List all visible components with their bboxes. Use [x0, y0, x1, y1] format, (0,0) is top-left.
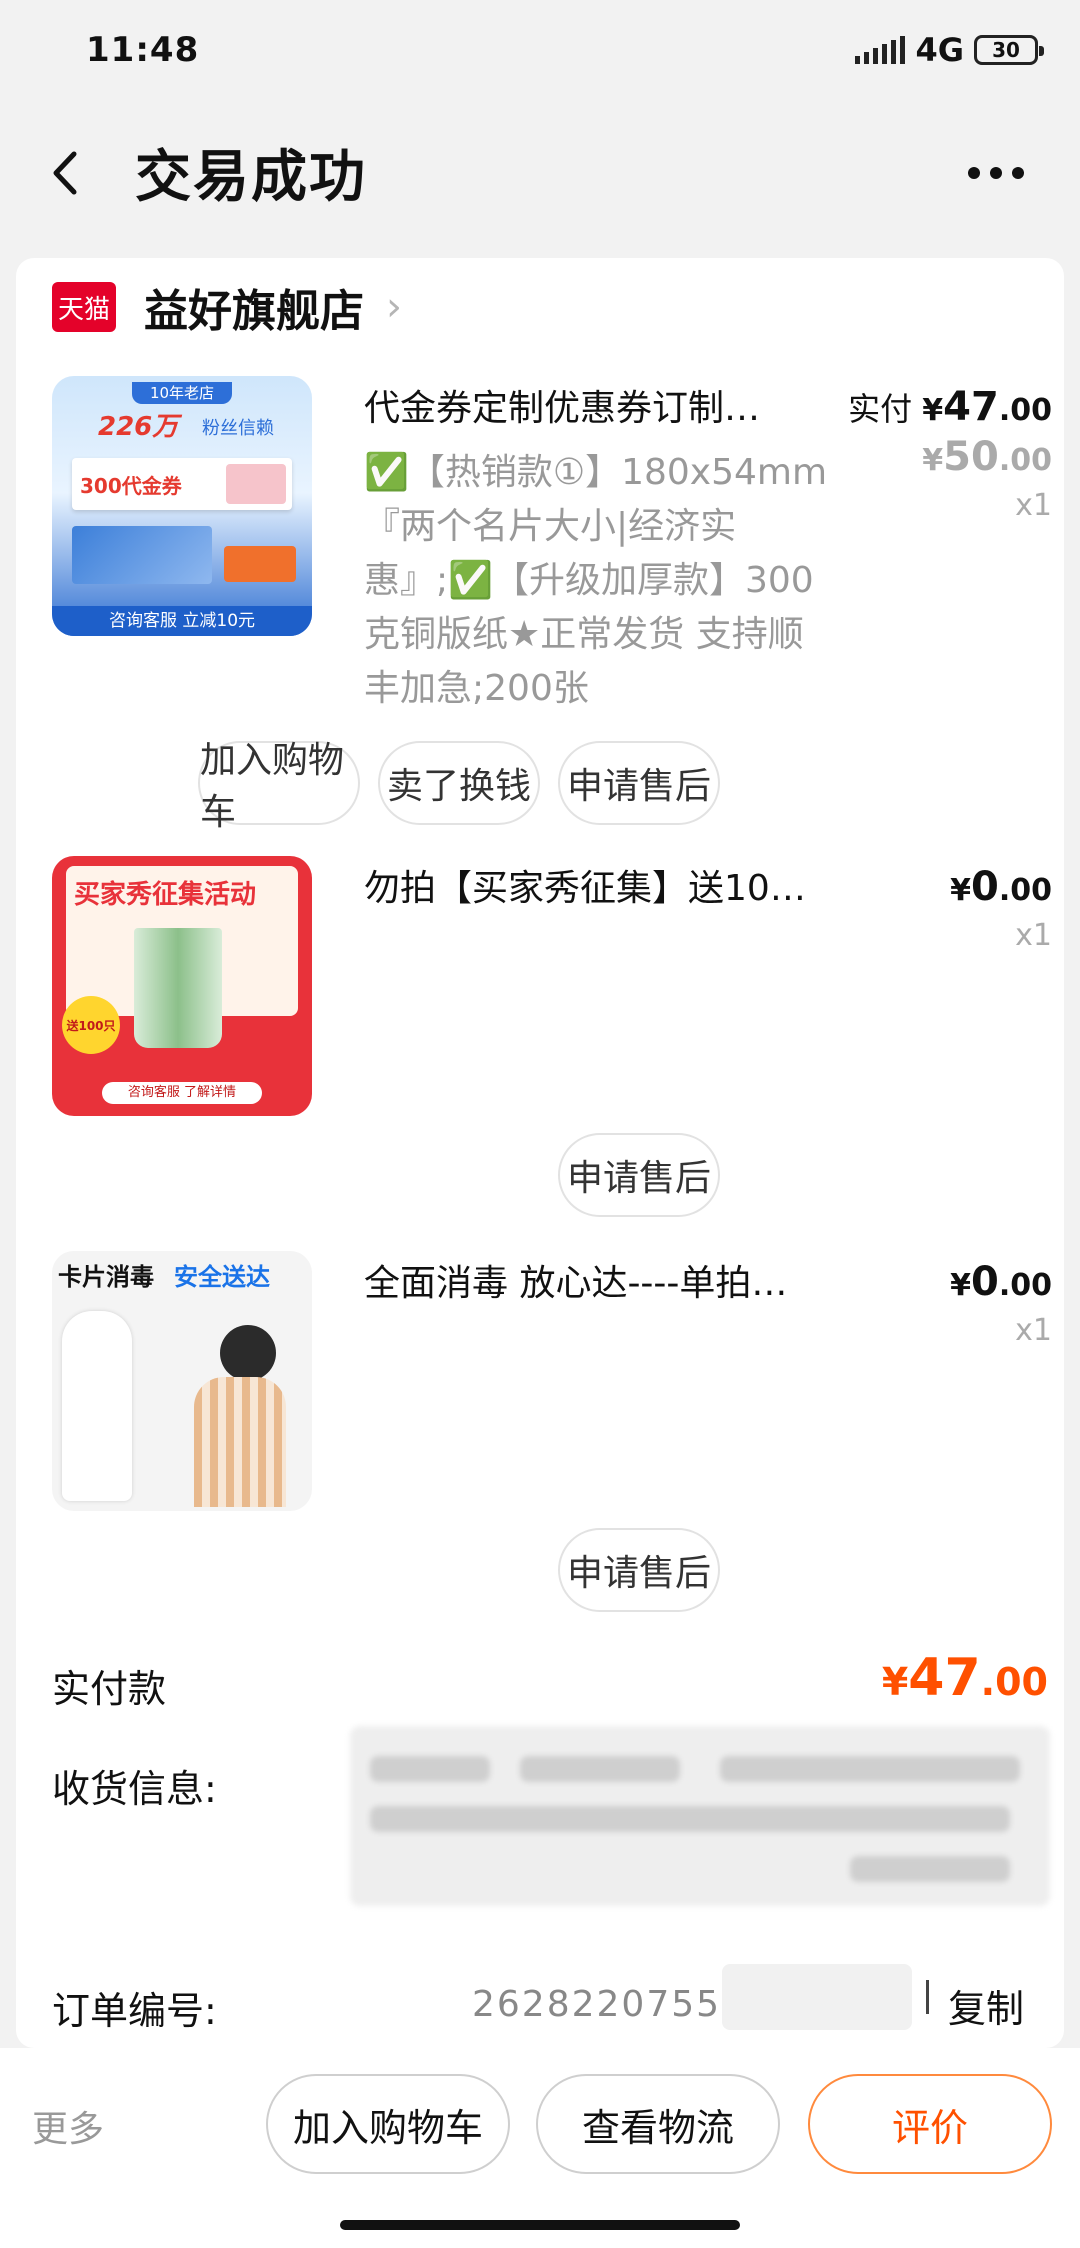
- add-to-cart-button[interactable]: 加入购物车: [198, 740, 360, 833]
- page-title: 交易成功: [135, 145, 367, 210]
- after-sales-button[interactable]: 申请售后: [558, 1133, 720, 1217]
- copy-button[interactable]: 复制: [948, 1978, 1024, 2033]
- status-indicators: 4G 30: [855, 31, 1044, 69]
- shop-name[interactable]: 益好旗舰店: [144, 275, 364, 339]
- price-column: ¥0.00 x1: [950, 864, 1052, 953]
- promo-tag: [224, 546, 296, 582]
- after-sales-button[interactable]: 申请售后: [558, 741, 720, 825]
- thumb-footer: 咨询客服 立减10元: [52, 606, 312, 636]
- thumb-headline-text: 粉丝信赖: [202, 418, 274, 439]
- thumb-badge: 送100只: [62, 996, 120, 1054]
- card-sample: [72, 526, 212, 584]
- chevron-right-icon[interactable]: ›: [386, 284, 402, 330]
- paid-price: ¥0.00: [950, 864, 1052, 910]
- price-column: 实付 ¥47.00 ¥50.00 x1: [848, 384, 1052, 523]
- product-thumbnail[interactable]: 买家秀征集活动 送100只 咨询客服 了解详情: [52, 856, 312, 1116]
- original-price: ¥50.00: [922, 434, 1052, 480]
- product-title[interactable]: 全面消毒 放心达----单拍不…: [364, 1259, 814, 1309]
- nav-bar: 交易成功: [0, 100, 1080, 245]
- review-button[interactable]: 评价: [808, 2074, 1052, 2174]
- paper-cup: [134, 928, 222, 1048]
- signal-icon: [855, 36, 906, 64]
- back-icon[interactable]: [40, 143, 90, 203]
- divider: [926, 1980, 929, 2014]
- more-options-icon[interactable]: [968, 166, 1040, 179]
- product-title[interactable]: 代金券定制优惠券订制…: [364, 384, 814, 434]
- shop-header[interactable]: 天猫 益好旗舰店 ›: [52, 272, 402, 342]
- product-thumbnail[interactable]: 卡片消毒 安全送达: [52, 1251, 312, 1511]
- paid-label: 实付: [848, 390, 913, 428]
- thumb-headline-num: 226万: [98, 412, 179, 442]
- quantity: x1: [1015, 1313, 1052, 1348]
- after-sales-button[interactable]: 申请售后: [558, 1528, 720, 1612]
- product-title[interactable]: 勿拍【买家秀征集】送100只…: [364, 864, 814, 914]
- paid-price: ¥47.00: [922, 384, 1052, 430]
- paid-total-price: ¥47.00: [881, 1648, 1048, 1708]
- thumb-coupon: 300代金券: [80, 474, 182, 498]
- order-number-label: 订单编号:: [52, 1989, 217, 2033]
- thumb-headline: 买家秀征集活动: [74, 880, 257, 910]
- status-time: 11:48: [86, 30, 200, 70]
- person-figure: [194, 1377, 286, 1507]
- coupon-card: 300代金券: [72, 458, 292, 510]
- network-label: 4G: [915, 31, 964, 69]
- order-number-redacted: [722, 1964, 912, 2030]
- address-label: 收货信息:: [52, 1767, 217, 1811]
- order-card: 天猫 益好旗舰店 › 10年老店 226万 粉丝信赖 300代金券 咨询客服 立…: [16, 258, 1064, 2048]
- courier-figure: [62, 1311, 132, 1501]
- tmall-icon: 天猫: [52, 282, 116, 332]
- quantity: x1: [1015, 488, 1052, 523]
- paid-price: ¥0.00: [950, 1259, 1052, 1305]
- view-logistics-button[interactable]: 查看物流: [536, 2074, 780, 2174]
- thumb-badge: 10年老店: [132, 382, 232, 404]
- more-button[interactable]: 更多: [32, 2100, 104, 2152]
- order-item[interactable]: 卡片消毒 安全送达 全面消毒 放心达----单拍不… ¥0.00 x1: [52, 1251, 1052, 1511]
- product-thumbnail[interactable]: 10年老店 226万 粉丝信赖 300代金券 咨询客服 立减10元: [52, 376, 312, 636]
- thumb-headline-accent: 安全送达: [174, 1263, 270, 1291]
- battery-icon: 30: [974, 35, 1044, 65]
- resell-button[interactable]: 卖了换钱: [378, 741, 540, 825]
- add-to-cart-button[interactable]: 加入购物车: [266, 2074, 510, 2174]
- paid-total-label: 实付款: [52, 1667, 167, 1711]
- thumb-headline: 卡片消毒: [58, 1263, 154, 1291]
- home-indicator[interactable]: [340, 2220, 740, 2230]
- product-spec: ✅【热销款①】180x54mm『两个名片大小|经济实惠』;✅【升级加厚款】300…: [364, 452, 828, 709]
- bottom-action-bar: 更多 加入购物车 查看物流 评价: [0, 2048, 1080, 2248]
- status-bar: 11:48 4G 30: [0, 0, 1080, 100]
- battery-level: 30: [992, 38, 1020, 62]
- price-column: ¥0.00 x1: [950, 1259, 1052, 1348]
- address-redacted: [350, 1726, 1050, 1906]
- person-head: [220, 1325, 276, 1381]
- quantity: x1: [1015, 918, 1052, 953]
- thumb-footer: 咨询客服 了解详情: [102, 1082, 262, 1104]
- order-item[interactable]: 买家秀征集活动 送100只 咨询客服 了解详情 勿拍【买家秀征集】送100只… …: [52, 856, 1052, 1116]
